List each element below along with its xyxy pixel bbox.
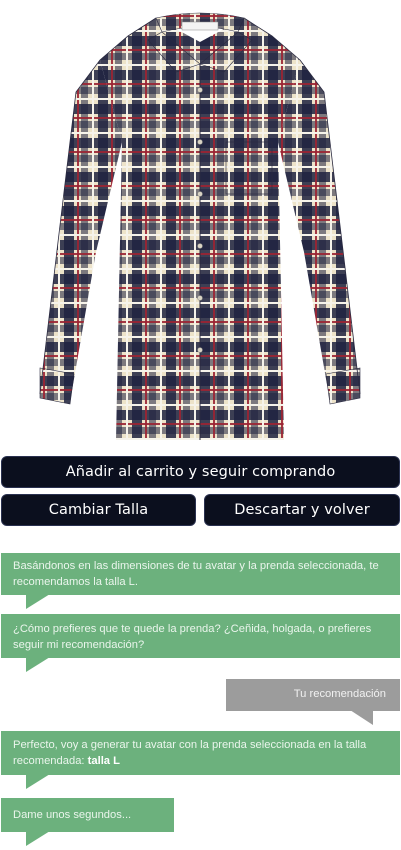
recommended-size: talla L [87, 755, 120, 767]
discard-button[interactable]: Descartar y volver [204, 494, 400, 526]
bot-bubble-tail [26, 831, 50, 846]
bot-message: Dame unos segundos... [1, 798, 174, 832]
bot-bubble-tail [26, 594, 50, 609]
plaid-shirt-image [39, 12, 361, 440]
add-to-cart-button[interactable]: Añadir al carrito y seguir comprando [1, 456, 400, 488]
bot-message: ¿Cómo prefieres que te quede la prenda? … [1, 614, 400, 658]
change-size-button[interactable]: Cambiar Talla [1, 494, 196, 526]
user-bubble-tail [350, 710, 373, 725]
bot-message: Perfecto, voy a generar tu avatar con la… [1, 731, 400, 775]
bot-bubble-tail [26, 657, 50, 672]
bot-bubble-tail [26, 774, 50, 789]
bot-message: Basándonos en las dimensiones de tu avat… [1, 553, 400, 595]
message-text: Perfecto, voy a generar tu avatar con la… [13, 739, 367, 767]
user-message: Tu recomendación [226, 679, 400, 711]
